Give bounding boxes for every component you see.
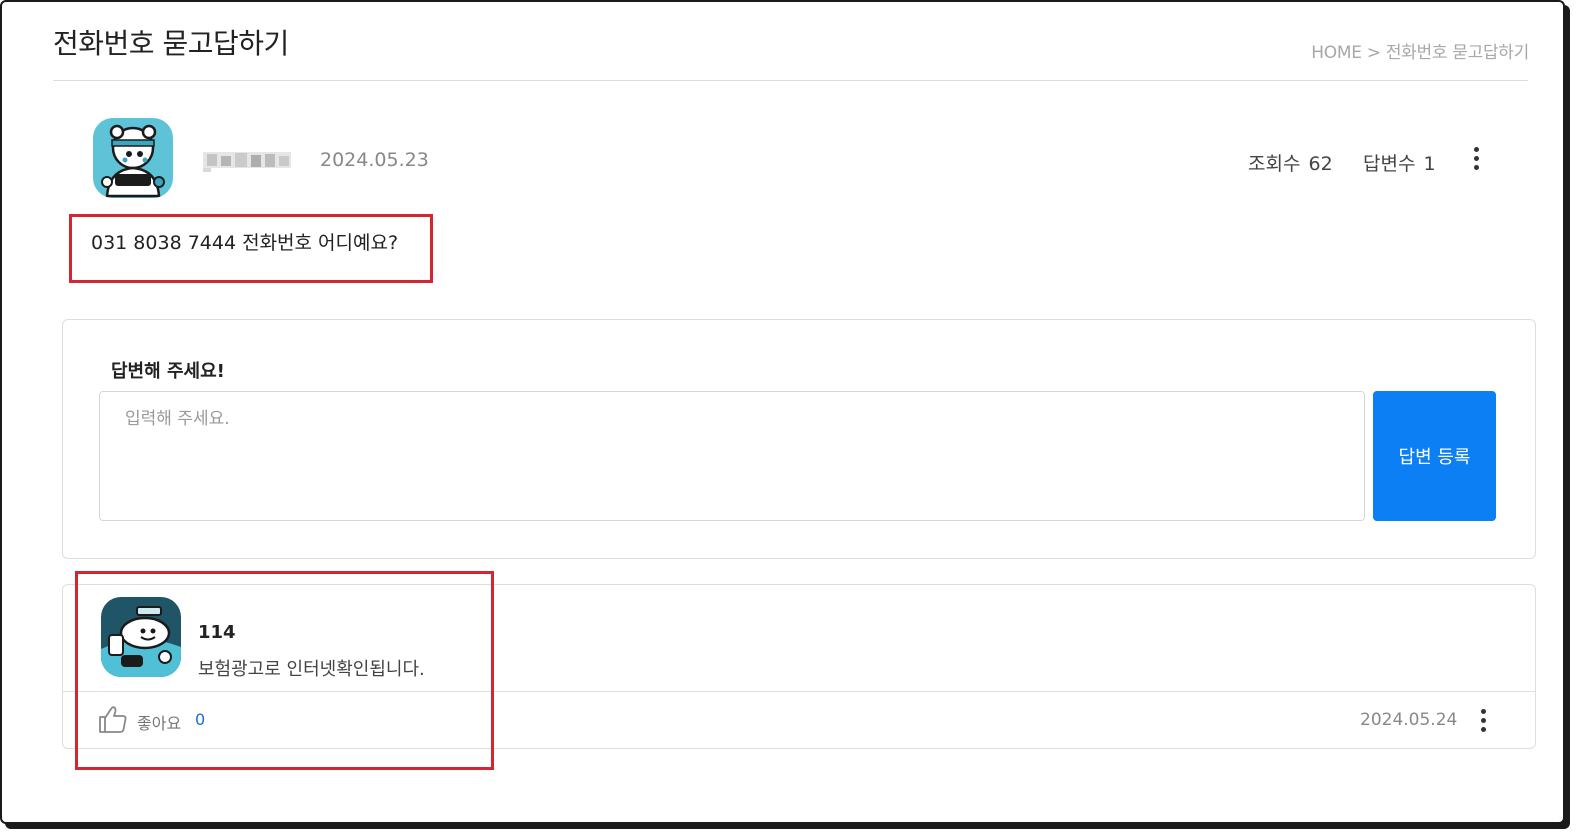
breadcrumb[interactable]: HOME > 전화번호 묻고답하기 — [1311, 38, 1529, 63]
question-text: 031 8038 7444 전화번호 어디예요? — [91, 232, 399, 254]
view-count: 조회수 62 — [1246, 149, 1333, 176]
like-count: 0 — [195, 710, 206, 729]
reply-divider — [62, 691, 1536, 692]
post-date: 2024.05.23 — [320, 149, 429, 171]
view-count-label: 조회수 — [1248, 153, 1301, 175]
answer-input[interactable] — [99, 391, 1365, 521]
mascot-avatar-icon — [101, 597, 181, 677]
author-name-blurred — [203, 152, 291, 172]
thumbs-up-icon[interactable] — [98, 704, 128, 734]
answer-count-value: 1 — [1423, 153, 1436, 175]
author-avatar — [93, 118, 173, 198]
page-title: 전화번호 묻고답하기 — [53, 27, 289, 60]
title-divider — [53, 80, 1528, 81]
like-label[interactable]: 좋아요 — [137, 710, 181, 734]
answer-count: 답변수 1 — [1361, 149, 1436, 176]
submit-answer-button[interactable]: 답변 등록 — [1373, 391, 1496, 521]
view-count-value: 62 — [1308, 153, 1333, 175]
reply-date: 2024.05.24 — [1360, 710, 1458, 730]
reply-avatar — [101, 597, 181, 677]
reply-author: 114 — [198, 622, 236, 643]
answer-count-label: 답변수 — [1363, 153, 1416, 175]
post-more-icon[interactable] — [1466, 143, 1486, 173]
answer-form-label: 답변해 주세요! — [111, 361, 225, 382]
reply-text: 보험광고로 인터넷확인됩니다. — [198, 659, 425, 680]
reply-more-icon[interactable] — [1473, 705, 1493, 735]
bear-mascot-avatar-icon — [93, 118, 173, 198]
